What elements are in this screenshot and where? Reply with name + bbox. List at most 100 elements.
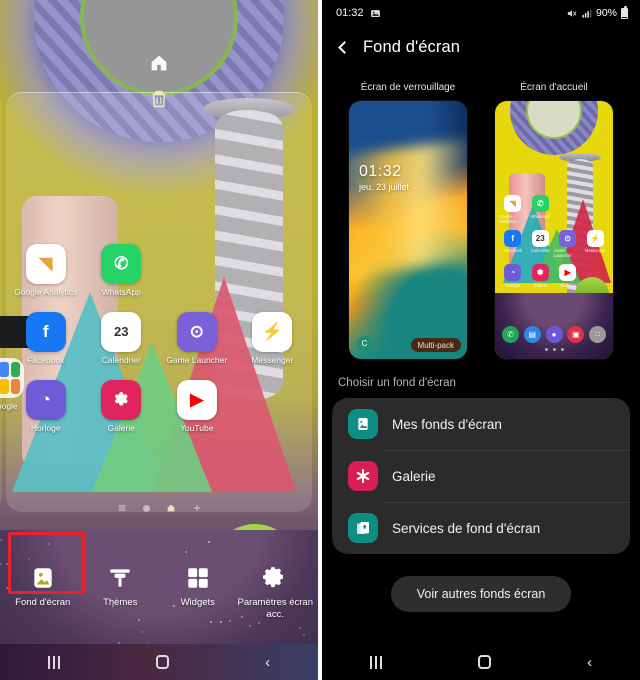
my-wallpapers-icon	[348, 409, 378, 439]
home-button[interactable]	[156, 655, 169, 669]
back-button[interactable]: ‹	[587, 655, 592, 670]
plus-icon[interactable]	[192, 503, 202, 513]
facebook-icon: f	[26, 312, 66, 352]
toolbar-label-widgets: Widgets	[181, 597, 215, 608]
option-wallpaper-services[interactable]: Services de fond d'écran	[332, 502, 630, 554]
calendar-icon: 23	[101, 312, 141, 352]
left-navigation-bar: ‹	[0, 644, 318, 680]
widgets-icon	[185, 565, 211, 591]
toolbar-item-widgets[interactable]: Widgets	[159, 555, 237, 620]
app-label: Messenger	[251, 356, 293, 366]
home-icon[interactable]	[148, 52, 170, 74]
preview-app-icon: ⊙	[559, 230, 576, 247]
preview-app-icon: ✆	[532, 195, 549, 212]
app-label: Facebook	[27, 356, 64, 366]
more-wallpapers-button[interactable]: Voir autres fonds écran	[391, 576, 572, 612]
lock-screen-preview[interactable]: Écran de verrouillage 01:32 jeu. 23 juil…	[349, 82, 467, 359]
game-launcher-icon: ⊙	[177, 312, 217, 352]
app-google-analytics-icon[interactable]: ◥ Google Analytics	[8, 244, 84, 298]
app-messenger-icon[interactable]: ⚡ Messenger	[235, 312, 311, 366]
app-whatsapp-icon[interactable]: ✆ WhatsApp	[84, 244, 160, 298]
preview-app: ◥ Google Analytics	[499, 195, 527, 224]
toolbar-item-themes[interactable]: Thèmes	[82, 555, 160, 620]
recents-button[interactable]	[48, 656, 61, 669]
preview-app-label: Facebook	[504, 248, 522, 253]
more-wallpapers-wrap: Voir autres fonds écran	[322, 554, 640, 612]
option-my-wallpapers[interactable]: Mes fonds d'écran	[332, 398, 630, 450]
right-panel-wallpaper-settings: 01:32 90% Fond d'écran Écran de verrouil…	[322, 0, 640, 680]
dual-screenshot-comparison: ◥ Google Analytics ✆ WhatsApp f Facebook 23 Cal…	[0, 0, 640, 680]
back-button[interactable]: ‹	[265, 655, 270, 670]
home-app-grid: ◥ Google Analytics ✆ WhatsApp f Facebook 23 Cal…	[0, 244, 318, 433]
list-icon[interactable]	[117, 503, 127, 513]
messenger-icon: ⚡	[252, 312, 292, 352]
app-calendar-icon[interactable]: 23 Calendrier	[84, 312, 160, 366]
lock-preview-frame[interactable]: 01:32 jeu. 23 juillet C Multi-pack	[349, 101, 467, 359]
section-title: Choisir un fond d'écran	[322, 359, 640, 398]
page-dot[interactable]	[143, 505, 150, 512]
toolbar-item-home-settings[interactable]: Paramètres écran acc.	[237, 555, 315, 620]
app-label: YouTube	[180, 424, 213, 434]
preview-app-icon: ⚡	[587, 230, 604, 247]
preview-app-icon: ▶	[559, 264, 576, 281]
home-button[interactable]	[478, 655, 491, 669]
lock-clock: 01:32 jeu. 23 juillet	[359, 163, 409, 192]
image-icon	[370, 8, 381, 19]
preview-dock-messages-icon: ▤	[524, 326, 541, 343]
preview-app-icon: ✽	[532, 264, 549, 281]
status-time: 01:32	[336, 7, 364, 19]
recents-button[interactable]	[370, 656, 383, 669]
toolbar-label-wallpaper: Fond d'écran	[15, 597, 70, 608]
preview-app: ⚡ Messenger	[582, 230, 610, 259]
preview-app-label: Game Launcher	[554, 248, 582, 258]
option-label-gallery: Galerie	[392, 469, 436, 484]
preview-app-label: Google Analytics	[499, 214, 527, 224]
youtube-icon: ▶	[177, 380, 217, 420]
preview-dock-internet-icon: ●	[546, 326, 563, 343]
preview-app-label: Calendrier	[531, 248, 550, 253]
google-folder-icon	[0, 358, 24, 398]
themes-brush-icon	[107, 565, 133, 591]
home-icon[interactable]	[166, 503, 176, 513]
battery-icon	[621, 8, 628, 19]
app-youtube-icon[interactable]: ▶ YouTube	[159, 380, 235, 434]
trash-icon[interactable]	[148, 88, 170, 110]
wallpaper-icon	[30, 565, 56, 591]
lock-wallpaper-art	[349, 101, 467, 359]
lock-shortcut-icon[interactable]: C	[357, 336, 372, 351]
home-preview-frame[interactable]: ◥ Google Analytics ✆ WhatsApp f Facebook 23 Cal…	[495, 101, 613, 359]
lock-clock-time: 01:32	[359, 163, 409, 181]
option-label-my-wallpapers: Mes fonds d'écran	[392, 417, 502, 432]
option-label-wallpaper-services: Services de fond d'écran	[392, 521, 540, 536]
settings-gear-icon	[262, 565, 288, 591]
preview-app: ▶ YouTube	[554, 264, 582, 288]
toolbar-item-wallpaper[interactable]: Fond d'écran	[4, 555, 82, 620]
preview-app-label: YouTube	[560, 283, 576, 288]
preview-page-indicator	[495, 348, 613, 351]
preview-app-icon: f	[504, 230, 521, 247]
app-bar: Fond d'écran	[322, 26, 640, 68]
clock-icon: ◔	[26, 380, 66, 420]
app-game-launcher-icon[interactable]: ⊙ Game Launcher	[159, 312, 235, 366]
app-label: Calendrier	[102, 356, 141, 366]
google-folder[interactable]: Google	[0, 358, 24, 412]
preview-app-label: WhatsApp	[531, 214, 550, 219]
preview-app: ⊙ Game Launcher	[554, 230, 582, 259]
preview-app-icon: ◔	[504, 264, 521, 281]
edit-top-actions	[0, 52, 318, 110]
app-label: Game Launcher	[166, 356, 227, 366]
app-gallery-icon[interactable]: ✽ Galerie	[84, 380, 160, 434]
option-gallery[interactable]: Galerie	[332, 450, 630, 502]
preview-app-grid: ◥ Google Analytics ✆ WhatsApp f Facebook 23 Cal…	[495, 195, 613, 288]
preview-dock-camera-icon: ▣	[567, 326, 584, 343]
back-chevron-icon[interactable]	[338, 41, 351, 54]
preview-app-label: Messenger	[585, 248, 606, 253]
preview-app-icon: ◥	[504, 195, 521, 212]
signal-bars-icon	[581, 8, 592, 19]
right-navigation-bar: ‹	[322, 644, 640, 680]
multi-pack-badge: Multi-pack	[411, 338, 461, 352]
preview-decor-donut	[510, 101, 598, 155]
home-screen-preview[interactable]: Écran d'accueil ◥ Google Analytics ✆ WhatsA…	[495, 82, 613, 359]
wallpaper-previews: Écran de verrouillage 01:32 jeu. 23 juil…	[322, 68, 640, 359]
toolbar-label-themes: Thèmes	[103, 597, 137, 608]
